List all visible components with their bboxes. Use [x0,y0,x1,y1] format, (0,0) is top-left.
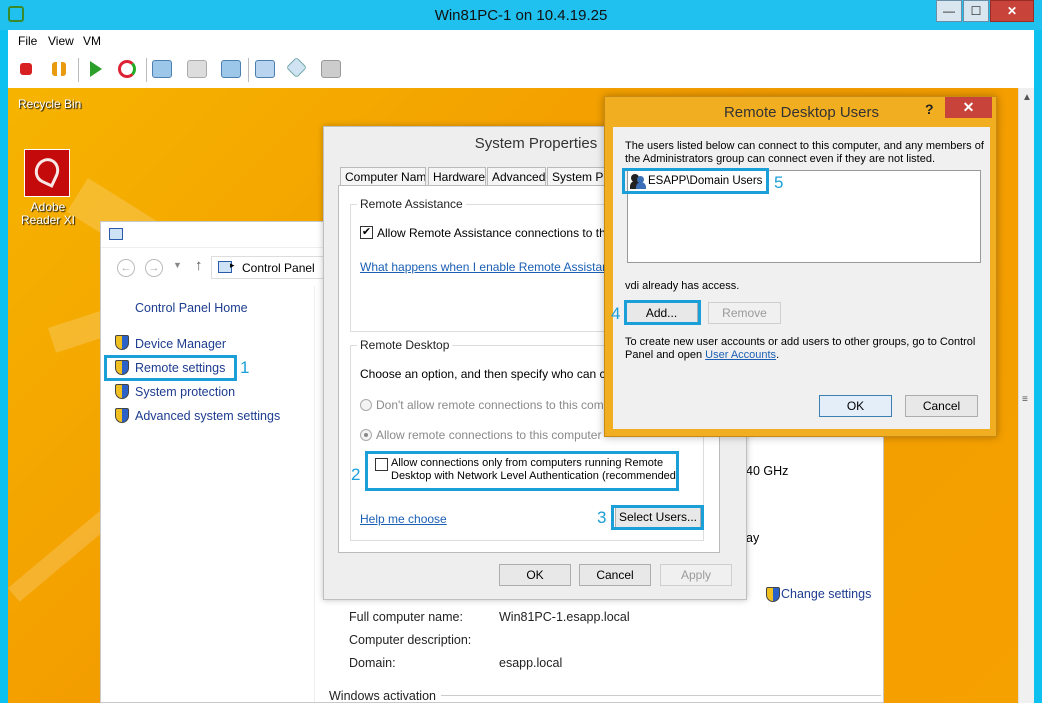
close-button[interactable]: ✕ [990,0,1034,22]
windows-activation-heading: Windows activation [329,689,436,703]
apply-button[interactable]: Apply [660,564,732,586]
suspend-icon[interactable] [52,62,66,76]
adobe-reader-icon[interactable] [24,149,70,197]
forward-icon[interactable]: → [145,259,163,277]
cancel-button[interactable]: Cancel [579,564,651,586]
disconnect-device-icon[interactable] [321,60,341,78]
close-button[interactable]: ✕ [945,97,992,118]
vm-settings-icon[interactable] [255,60,275,78]
cancel-button[interactable]: Cancel [905,395,978,417]
computer-description-label: Computer description: [349,633,472,647]
dont-allow-radio-label: Don't allow remote connections to this c… [376,398,632,412]
processor-speed-partial: 40 GHz [746,464,789,478]
ok-button[interactable]: OK [819,395,892,417]
vm-window-title: Win81PC-1 on 10.4.19.25 [434,7,608,24]
breadcrumb-chevron-icon: ▸ [230,260,235,270]
revert-snapshot-icon[interactable] [187,60,207,78]
minimize-button[interactable]: — [936,0,962,22]
already-access-text: vdi already has access. [625,280,740,292]
ok-button[interactable]: OK [499,564,571,586]
description-line2: the Administrators group can connect eve… [625,153,936,165]
snapshot-manager-icon[interactable] [221,60,241,78]
menu-file[interactable]: File [18,34,37,48]
allow-remote-assistance-label: Allow Remote Assistance connections to t… [377,226,641,240]
remote-assistance-help-link[interactable]: What happens when I enable Remote Assist… [360,260,628,274]
remote-desktop-users-dialog: Remote Desktop Users ? ✕ The users liste… [604,96,997,437]
step-3-label: 3 [597,508,607,527]
allow-radio-label: Allow remote connections to this compute… [376,428,602,442]
domain-value: esapp.local [499,656,563,670]
remote-desktop-instructions: Choose an option, and then specify who c… [360,367,639,381]
full-computer-name-value: Win81PC-1.esapp.local [499,610,630,624]
uac-shield-icon [115,384,129,399]
dont-allow-radio[interactable] [360,399,372,411]
menu-vm[interactable]: VM [83,34,101,48]
tab-advanced[interactable]: Advanced [487,167,546,186]
vm-toolbar [8,52,1034,88]
highlight-remote-settings [104,355,237,381]
step-2-label: 2 [351,465,361,484]
remote-assistance-label: Remote Assistance [357,197,466,211]
change-settings-link[interactable]: Change settings [781,587,871,601]
desktop-icon-adobe-reader[interactable]: Adobe Reader XI [10,201,86,227]
power-off-icon[interactable] [20,63,32,75]
remote-desktop-label: Remote Desktop [357,338,453,352]
back-icon[interactable]: ← [117,259,135,277]
tab-hardware[interactable]: Hardware [428,167,486,186]
scroll-up-icon[interactable]: ▲ [1022,92,1032,103]
control-panel-sidebar: Control Panel Home Device Manager Remote… [105,286,315,702]
footer-line2-suffix: . [776,349,780,361]
snapshot-icon[interactable] [152,60,172,78]
dialog-title: Remote Desktop Users [723,104,880,121]
uac-shield-icon [115,335,129,350]
footer-line2: Panel and open User Accounts. [625,349,779,362]
highlight-add-button [624,300,701,325]
reset-icon[interactable] [118,60,136,78]
system-protection-link[interactable]: System protection [135,385,235,399]
breadcrumb[interactable]: Control Panel [242,261,315,275]
uac-shield-icon [115,408,129,423]
toolbar-separator [78,58,79,82]
highlight-nla-checkbox [365,451,679,491]
maximize-button[interactable]: ☐ [963,0,989,22]
power-on-icon[interactable] [90,61,102,77]
up-icon[interactable]: ↑ [195,257,203,274]
toolbar-separator [248,58,249,82]
display-partial-text: ay [746,531,760,545]
domain-label: Domain: [349,656,396,670]
divider [441,695,881,696]
connect-device-icon[interactable] [285,56,308,79]
control-panel-home-link[interactable]: Control Panel Home [135,301,248,315]
advanced-system-settings-link[interactable]: Advanced system settings [135,409,280,423]
vm-menubar: File View VM [8,30,1034,52]
device-manager-link[interactable]: Device Manager [135,337,226,351]
description-line1: The users listed below can connect to th… [625,140,984,152]
full-computer-name-label: Full computer name: [349,610,463,624]
step-4-label: 4 [611,304,621,323]
tab-computer-name[interactable]: Computer Name [340,167,426,186]
toolbar-separator [146,58,147,82]
help-icon[interactable]: ? [925,101,934,117]
allow-radio[interactable] [360,429,372,441]
remove-button[interactable]: Remove [708,302,781,324]
allow-remote-assistance-checkbox[interactable]: ✔ [360,226,373,239]
user-accounts-link[interactable]: User Accounts [705,349,776,361]
highlight-user-entry [622,168,769,194]
uac-shield-icon [766,587,780,602]
footer-line1: To create new user accounts or add users… [625,336,976,348]
highlight-select-users [611,505,704,530]
recent-chevron-icon[interactable]: ▼ [173,260,182,270]
desktop-icon-recycle-bin[interactable]: Recycle Bin [18,97,81,111]
footer-line2-prefix: Panel and open [625,349,706,361]
vertical-scrollbar[interactable]: ▲ ≡ [1018,88,1034,703]
system-icon [109,228,123,240]
step-1-label: 1 [240,358,250,377]
help-me-choose-link[interactable]: Help me choose [360,512,447,526]
menu-view[interactable]: View [48,34,74,48]
tab-system-protection[interactable]: System Prot [547,167,607,186]
scroll-grip-icon[interactable]: ≡ [1022,394,1028,405]
step-5-label: 5 [774,173,784,192]
address-box[interactable]: ▸ Control Panel [211,256,325,279]
